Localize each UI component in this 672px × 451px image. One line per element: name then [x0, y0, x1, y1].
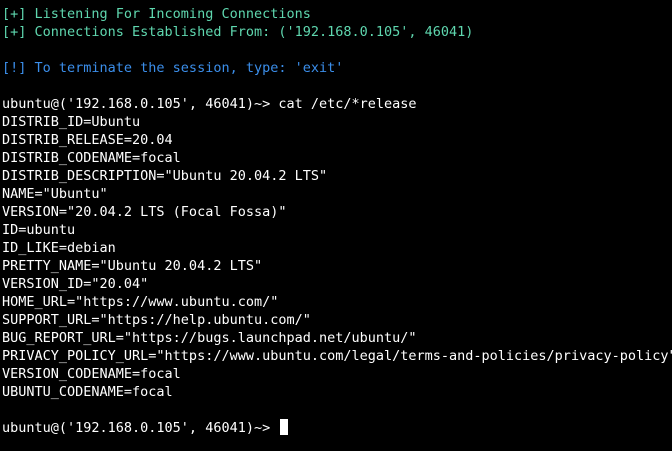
- output-line: UBUNTU_CODENAME=focal: [2, 384, 173, 400]
- output-line: ID=ubuntu: [2, 222, 76, 238]
- output-line: DISTRIB_CODENAME=focal: [2, 150, 181, 166]
- info-line-terminate: [!] To terminate the session, type: 'exi…: [2, 60, 344, 76]
- output-line: PRIVACY_POLICY_URL="https://www.ubuntu.c…: [2, 348, 672, 364]
- output-line: NAME="Ubuntu": [2, 186, 108, 202]
- command-line: ubuntu@('192.168.0.105', 46041)~> cat /e…: [2, 95, 672, 113]
- output-line: DISTRIB_RELEASE=20.04: [2, 132, 173, 148]
- active-prompt-line[interactable]: ubuntu@('192.168.0.105', 46041)~>: [2, 419, 672, 437]
- terminal-window[interactable]: [+] Listening For Incoming Connections […: [0, 0, 672, 451]
- cursor[interactable]: [280, 419, 289, 435]
- status-line-connection: [+] Connections Established From: ('192.…: [2, 24, 474, 40]
- output-line: ID_LIKE=debian: [2, 240, 116, 256]
- prompt: ubuntu@('192.168.0.105', 46041)~>: [2, 96, 279, 112]
- output-line: HOME_URL="https://www.ubuntu.com/": [2, 294, 279, 310]
- prompt: ubuntu@('192.168.0.105', 46041)~>: [2, 420, 279, 436]
- status-line-listening: [+] Listening For Incoming Connections: [2, 6, 311, 22]
- output-line: VERSION="20.04.2 LTS (Focal Fossa)": [2, 204, 287, 220]
- output-line: SUPPORT_URL="https://help.ubuntu.com/": [2, 312, 311, 328]
- command-text: cat /etc/*release: [278, 96, 417, 112]
- output-line: DISTRIB_ID=Ubuntu: [2, 114, 141, 130]
- output-line: PRETTY_NAME="Ubuntu 20.04.2 LTS": [2, 258, 263, 274]
- output-line: VERSION_ID="20.04": [2, 276, 149, 292]
- output-line: VERSION_CODENAME=focal: [2, 366, 181, 382]
- output-line: BUG_REPORT_URL="https://bugs.launchpad.n…: [2, 330, 417, 346]
- output-line: DISTRIB_DESCRIPTION="Ubuntu 20.04.2 LTS": [2, 168, 328, 184]
